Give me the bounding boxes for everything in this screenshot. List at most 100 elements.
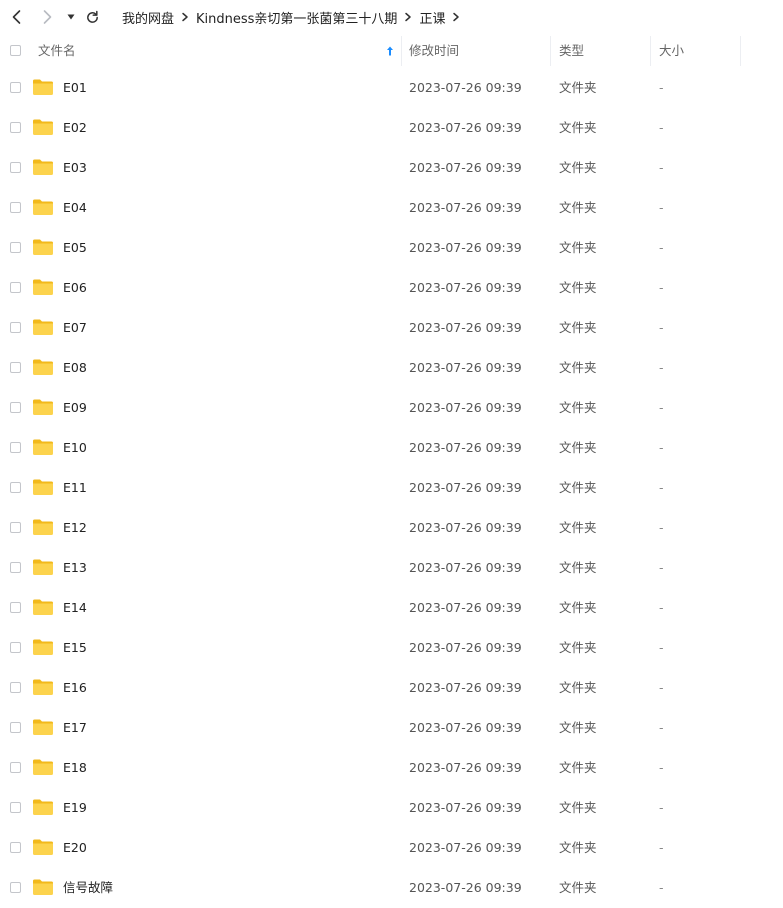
file-row[interactable]: E10 2023-07-26 09:39 文件夹 - — [0, 428, 783, 468]
file-row[interactable]: E08 2023-07-26 09:39 文件夹 - — [0, 348, 783, 388]
file-name[interactable]: E06 — [63, 268, 87, 308]
file-name[interactable]: E18 — [63, 748, 87, 788]
row-checkbox[interactable] — [10, 602, 21, 613]
file-type: 文件夹 — [559, 240, 597, 255]
column-divider[interactable] — [650, 36, 651, 66]
file-row[interactable]: 信号故障 2023-07-26 09:39 文件夹 - — [0, 868, 783, 908]
file-name[interactable]: E15 — [63, 628, 87, 668]
column-header-size[interactable]: 大小 — [659, 36, 684, 66]
file-name[interactable]: E05 — [63, 228, 87, 268]
row-checkbox[interactable] — [10, 442, 21, 453]
breadcrumb-separator — [174, 12, 196, 22]
file-name[interactable]: E01 — [63, 68, 87, 108]
row-checkbox[interactable] — [10, 402, 21, 413]
file-name[interactable]: E11 — [63, 468, 87, 508]
row-checkbox[interactable] — [10, 562, 21, 573]
row-checkbox[interactable] — [10, 122, 21, 133]
file-row[interactable]: E11 2023-07-26 09:39 文件夹 - — [0, 468, 783, 508]
file-size: - — [659, 280, 664, 295]
row-checkbox[interactable] — [10, 642, 21, 653]
breadcrumb-item-root[interactable]: 我的网盘 — [122, 8, 174, 27]
file-name[interactable]: E19 — [63, 788, 87, 828]
file-name[interactable]: E16 — [63, 668, 87, 708]
file-row[interactable]: E15 2023-07-26 09:39 文件夹 - — [0, 628, 783, 668]
column-divider[interactable] — [401, 36, 402, 66]
row-checkbox[interactable] — [10, 242, 21, 253]
file-modified-time: 2023-07-26 09:39 — [409, 680, 522, 695]
file-row[interactable]: E06 2023-07-26 09:39 文件夹 - — [0, 268, 783, 308]
row-checkbox[interactable] — [10, 882, 21, 893]
row-checkbox[interactable] — [10, 522, 21, 533]
file-row[interactable]: E13 2023-07-26 09:39 文件夹 - — [0, 548, 783, 588]
file-name[interactable]: E09 — [63, 388, 87, 428]
file-row[interactable]: E17 2023-07-26 09:39 文件夹 - — [0, 708, 783, 748]
file-row[interactable]: E04 2023-07-26 09:39 文件夹 - — [0, 188, 783, 228]
row-checkbox[interactable] — [10, 362, 21, 373]
refresh-button[interactable] — [84, 9, 100, 25]
column-header-modified[interactable]: 修改时间 — [409, 36, 459, 66]
file-modified-time: 2023-07-26 09:39 — [409, 480, 522, 495]
row-checkbox[interactable] — [10, 482, 21, 493]
file-type: 文件夹 — [559, 640, 597, 655]
file-row[interactable]: E02 2023-07-26 09:39 文件夹 - — [0, 108, 783, 148]
file-name[interactable]: E20 — [63, 828, 87, 868]
folder-icon — [33, 399, 53, 415]
file-name[interactable]: E03 — [63, 148, 87, 188]
file-size: - — [659, 240, 664, 255]
column-header-name[interactable]: 文件名 — [38, 36, 76, 66]
file-row[interactable]: E20 2023-07-26 09:39 文件夹 - — [0, 828, 783, 868]
file-type: 文件夹 — [559, 880, 597, 895]
row-checkbox[interactable] — [10, 762, 21, 773]
row-checkbox[interactable] — [10, 842, 21, 853]
row-checkbox[interactable] — [10, 802, 21, 813]
file-row[interactable]: E01 2023-07-26 09:39 文件夹 - — [0, 68, 783, 108]
row-checkbox[interactable] — [10, 82, 21, 93]
file-name[interactable]: E10 — [63, 428, 87, 468]
row-checkbox[interactable] — [10, 322, 21, 333]
column-header-type[interactable]: 类型 — [559, 36, 584, 66]
file-modified-time: 2023-07-26 09:39 — [409, 440, 522, 455]
column-divider[interactable] — [550, 36, 551, 66]
column-divider[interactable] — [740, 36, 741, 66]
file-row[interactable]: E19 2023-07-26 09:39 文件夹 - — [0, 788, 783, 828]
file-name[interactable]: E17 — [63, 708, 87, 748]
file-modified-time: 2023-07-26 09:39 — [409, 400, 522, 415]
file-type: 文件夹 — [559, 360, 597, 375]
file-row[interactable]: E07 2023-07-26 09:39 文件夹 - — [0, 308, 783, 348]
sort-ascending-icon[interactable] — [384, 36, 396, 66]
row-checkbox[interactable] — [10, 682, 21, 693]
file-name[interactable]: E14 — [63, 588, 87, 628]
breadcrumb-item-parent[interactable]: Kindness亲切第一张菌第三十八期 — [196, 8, 397, 27]
back-button[interactable] — [9, 9, 25, 25]
row-checkbox[interactable] — [10, 282, 21, 293]
file-name[interactable]: 信号故障 — [63, 868, 113, 908]
file-name[interactable]: E08 — [63, 348, 87, 388]
breadcrumb-item-current[interactable]: 正课 — [419, 8, 445, 27]
file-name[interactable]: E07 — [63, 308, 87, 348]
folder-icon — [33, 799, 53, 815]
file-modified-time: 2023-07-26 09:39 — [409, 560, 522, 575]
file-row[interactable]: E03 2023-07-26 09:39 文件夹 - — [0, 148, 783, 188]
history-dropdown-button[interactable] — [65, 12, 77, 22]
file-name[interactable]: E02 — [63, 108, 87, 148]
folder-icon — [33, 359, 53, 375]
row-checkbox[interactable] — [10, 722, 21, 733]
file-modified-time: 2023-07-26 09:39 — [409, 720, 522, 735]
file-row[interactable]: E12 2023-07-26 09:39 文件夹 - — [0, 508, 783, 548]
row-checkbox[interactable] — [10, 202, 21, 213]
file-name[interactable]: E13 — [63, 548, 87, 588]
file-row[interactable]: E14 2023-07-26 09:39 文件夹 - — [0, 588, 783, 628]
file-name[interactable]: E04 — [63, 188, 87, 228]
row-checkbox[interactable] — [10, 162, 21, 173]
file-row[interactable]: E09 2023-07-26 09:39 文件夹 - — [0, 388, 783, 428]
forward-button[interactable] — [39, 9, 55, 25]
file-modified-time: 2023-07-26 09:39 — [409, 760, 522, 775]
file-size: - — [659, 600, 664, 615]
file-row[interactable]: E18 2023-07-26 09:39 文件夹 - — [0, 748, 783, 788]
file-type: 文件夹 — [559, 160, 597, 175]
file-row[interactable]: E05 2023-07-26 09:39 文件夹 - — [0, 228, 783, 268]
file-row[interactable]: E16 2023-07-26 09:39 文件夹 - — [0, 668, 783, 708]
file-name[interactable]: E12 — [63, 508, 87, 548]
chevron-right-icon — [405, 12, 412, 22]
select-all-checkbox[interactable] — [10, 45, 21, 56]
